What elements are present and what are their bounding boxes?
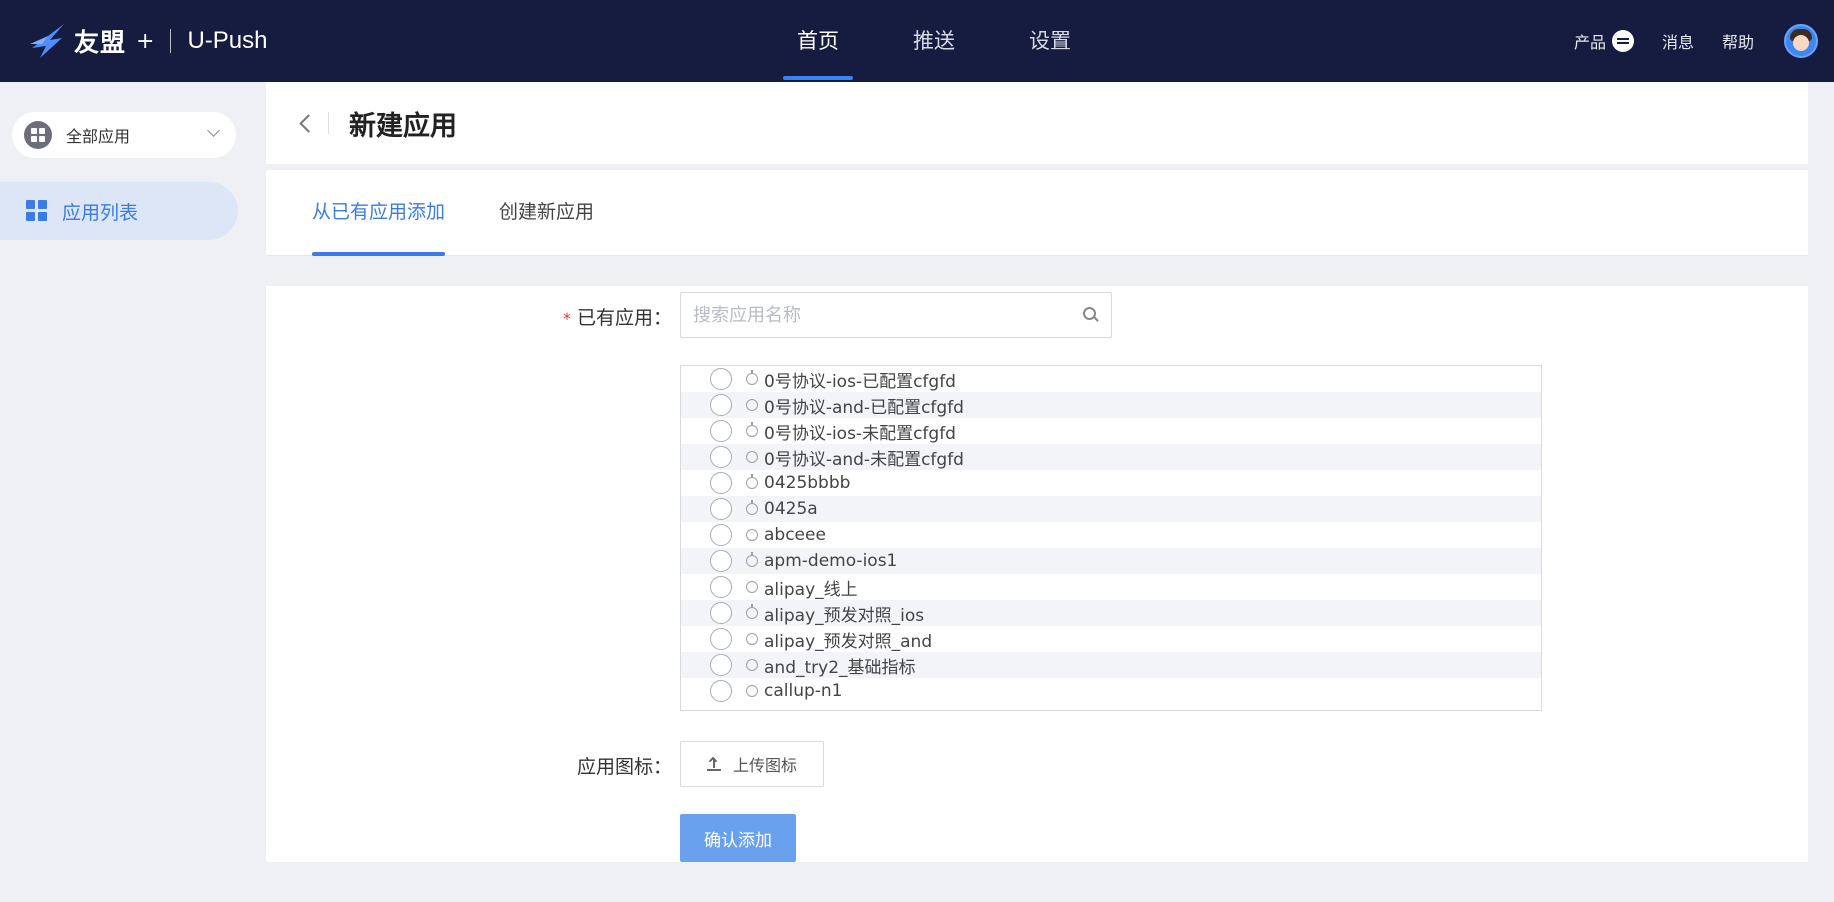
radio-button[interactable] xyxy=(710,524,732,546)
brand[interactable]: 友盟 + U-Push xyxy=(28,18,267,64)
app-list-item[interactable]: 0号协议-and-已配置cfgfd xyxy=(681,392,1541,418)
app-icon-label: 应用图标： xyxy=(576,756,672,778)
android-icon xyxy=(746,659,758,671)
app-list-item[interactable]: and_try2_基础指标 xyxy=(681,652,1541,678)
required-mark: * xyxy=(562,309,571,328)
apple-icon xyxy=(746,422,758,437)
radio-button[interactable] xyxy=(710,498,732,520)
app-list-item[interactable]: 0号协议-ios-未配置cfgfd xyxy=(681,418,1541,444)
radio-button[interactable] xyxy=(710,420,732,442)
page-title: 新建应用 xyxy=(349,110,457,142)
app-name: and_try2_基础指标 xyxy=(764,657,916,678)
android-icon xyxy=(746,529,758,541)
app-name: abceee xyxy=(764,525,826,545)
apple-icon xyxy=(746,552,758,567)
upload-icon-button-label: 上传图标 xyxy=(732,756,797,775)
app-name: 0号协议-ios-已配置cfgfd xyxy=(764,371,956,392)
app-name: 0号协议-and-未配置cfgfd xyxy=(764,449,964,470)
nav-push[interactable]: 推送 xyxy=(876,0,992,82)
avatar-face xyxy=(1793,35,1809,51)
radio-button[interactable] xyxy=(710,394,732,416)
radio-button[interactable] xyxy=(710,576,732,598)
app-selector-dropdown[interactable]: 全部应用 xyxy=(12,112,236,158)
apple-icon xyxy=(746,474,758,489)
upload-icon-button[interactable]: 上传图标 xyxy=(680,741,824,787)
apps-grid-icon xyxy=(24,121,52,149)
existing-app-label: * 已有应用： xyxy=(563,303,672,330)
app-list-item[interactable]: 0号协议-ios-已配置cfgfd xyxy=(681,366,1541,392)
chevron-down-icon xyxy=(207,124,220,137)
umeng-logo-icon xyxy=(30,24,64,58)
android-icon xyxy=(746,633,758,645)
app-list-item[interactable]: 0号协议-and-未配置cfgfd xyxy=(681,444,1541,470)
app-list-item[interactable]: apm-demo-ios1 xyxy=(681,548,1541,574)
brand-plus: + xyxy=(136,28,155,54)
sidebar: 全部应用 应用列表 xyxy=(0,82,266,902)
upload-icon xyxy=(706,756,721,771)
app-name: 0号协议-and-已配置cfgfd xyxy=(764,397,964,418)
title-divider xyxy=(328,112,329,134)
radio-button[interactable] xyxy=(710,602,732,624)
app-list-item[interactable]: alipay_预发对照_and xyxy=(681,626,1541,652)
radio-button[interactable] xyxy=(710,550,732,572)
back-arrow-icon[interactable] xyxy=(290,107,322,139)
apple-icon xyxy=(746,604,758,619)
android-icon xyxy=(746,581,758,593)
android-icon xyxy=(746,685,758,697)
help-link[interactable]: 帮助 xyxy=(1722,29,1754,53)
app-name: 0425a xyxy=(764,499,818,519)
app-list-item[interactable]: callup-n1 xyxy=(681,678,1541,704)
radio-button[interactable] xyxy=(710,472,732,494)
search-icon[interactable] xyxy=(1083,307,1099,323)
tab-create-new[interactable]: 创建新应用 xyxy=(499,170,594,256)
main-nav: 首页 推送 设置 xyxy=(760,0,1108,82)
dashboard-grid-icon xyxy=(26,200,48,222)
nav-settings[interactable]: 设置 xyxy=(992,0,1108,82)
existing-app-list: 0号协议-ios-已配置cfgfd 0号协议-and-已配置cfgfd 0号协议-i… xyxy=(680,365,1542,711)
app-list-item[interactable]: 0425a xyxy=(681,496,1541,522)
top-bar: 友盟 + U-Push 首页 推送 设置 产品 消息 帮助 xyxy=(0,0,1834,82)
avatar[interactable] xyxy=(1784,24,1818,58)
brand-name: 友盟 xyxy=(74,28,127,57)
messages-link[interactable]: 消息 xyxy=(1662,29,1694,53)
brand-divider xyxy=(170,29,172,53)
app-name: 0号协议-ios-未配置cfgfd xyxy=(764,423,956,444)
product-switch-icon xyxy=(1611,30,1634,52)
app-list-item[interactable]: 0425bbbb xyxy=(681,470,1541,496)
tab-add-existing[interactable]: 从已有应用添加 xyxy=(312,170,446,256)
radio-button[interactable] xyxy=(710,446,732,468)
radio-button[interactable] xyxy=(710,654,732,676)
nav-home[interactable]: 首页 xyxy=(760,0,876,82)
app-name: alipay_预发对照_ios xyxy=(764,605,925,626)
android-icon xyxy=(746,451,758,463)
confirm-add-button[interactable]: 确认添加 xyxy=(680,814,796,862)
existing-app-label-text: 已有应用： xyxy=(576,307,672,329)
radio-button[interactable] xyxy=(710,628,732,650)
android-icon xyxy=(746,399,758,411)
app-search-input[interactable] xyxy=(693,304,1083,326)
app-name: alipay_线上 xyxy=(764,579,858,600)
app-name: 0425bbbb xyxy=(764,473,851,493)
radio-button[interactable] xyxy=(710,680,732,702)
right-nav: 产品 消息 帮助 xyxy=(1546,0,1818,82)
apple-icon xyxy=(746,500,758,515)
radio-button[interactable] xyxy=(710,368,732,390)
apple-icon xyxy=(746,370,758,385)
brand-product-name: U-Push xyxy=(187,27,268,54)
app-search-box xyxy=(680,292,1112,338)
app-name: callup-n1 xyxy=(764,681,843,701)
add-app-form: * 已有应用： 0号协议-ios-已配置cfgfd 0号协议-and-已配置cfgf… xyxy=(266,286,1808,862)
product-menu[interactable]: 产品 xyxy=(1574,29,1634,53)
app-list-item[interactable]: alipay_线上 xyxy=(681,574,1541,600)
page-header: 新建应用 xyxy=(266,82,1808,164)
product-menu-label: 产品 xyxy=(1573,33,1606,52)
app-name: apm-demo-ios1 xyxy=(764,551,898,571)
sidebar-item-label: 应用列表 xyxy=(62,201,139,224)
app-selector-label: 全部应用 xyxy=(66,127,131,146)
app-name: alipay_预发对照_and xyxy=(764,631,933,652)
app-list-item[interactable]: abceee xyxy=(681,522,1541,548)
app-list-item[interactable]: alipay_预发对照_ios xyxy=(681,600,1541,626)
tabs-bar: 从已有应用添加 创建新应用 xyxy=(266,170,1808,256)
sidebar-item-app-list[interactable]: 应用列表 xyxy=(0,182,238,240)
